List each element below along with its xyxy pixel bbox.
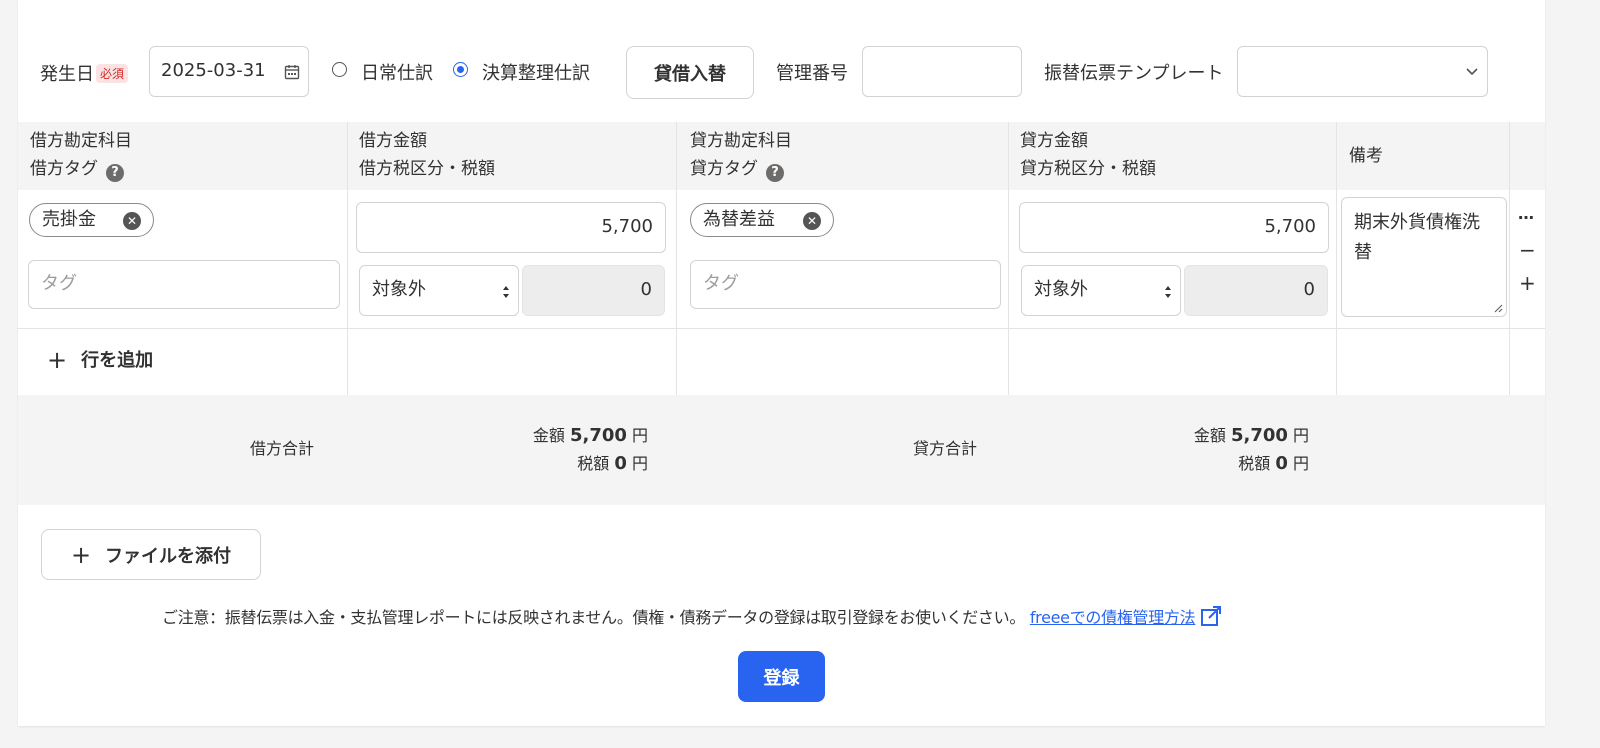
col-debit-amount: 借方金額 借方税区分・税額 [359,122,495,190]
add-row-icon[interactable]: + [1519,271,1536,295]
credit-account-chip[interactable]: 為替差益 ✕ [690,203,834,237]
chevron-down-icon [1466,68,1478,76]
col-debit-account-label: 借方勘定科目 [30,131,132,151]
date-label-text: 発生日 [40,64,94,85]
more-icon[interactable]: … [1518,204,1534,223]
debit-total-tax: 0 [614,453,627,474]
debit-total-values: 金額 5,700 円 税額 0 円 [458,422,648,478]
sort-arrows-icon [503,286,509,298]
notice-text: ご注意：振替伝票は入金・支払管理レポートには反映されません。債権・債務データの登… [162,608,1026,627]
unit-label: 円 [631,426,648,445]
row-divider [18,328,1545,329]
col-debit-tax-label: 借方税区分・税額 [359,159,495,179]
unit-label: 円 [1292,454,1309,473]
debit-account-value: 売掛金 [42,209,96,230]
date-input[interactable]: 2025-03-31 [149,46,309,97]
credit-tax-amount: 0 [1184,265,1328,316]
col-credit-account-label: 貸方勘定科目 [690,131,792,151]
notice: ご注意：振替伝票は入金・支払管理レポートには反映されません。債権・債務データの登… [162,604,1222,628]
help-icon[interactable]: ? [106,164,124,182]
radio-closing-label[interactable]: 決算整理仕訳 [482,59,590,85]
attach-file-label: ファイルを添付 [105,545,232,567]
credit-total-label: 貸方合計 [913,439,978,458]
col-credit-account: 貸方勘定科目 貸方タグ? [690,122,792,190]
debit-total-amount: 5,700 [569,425,627,446]
credit-tax-amount-value: 0 [1303,279,1315,300]
radio-normal-label[interactable]: 日常仕訳 [361,59,433,85]
plus-icon: + [47,346,68,374]
clear-icon[interactable]: ✕ [803,212,821,230]
calendar-icon[interactable] [284,64,300,80]
credit-amount-input[interactable]: 5,700 [1019,202,1329,253]
template-label: 振替伝票テンプレート [1044,63,1224,84]
register-button[interactable]: 登録 [738,651,825,702]
debit-tax-class-select[interactable]: 対象外 [359,265,519,316]
credit-tag-placeholder: タグ [703,273,739,294]
tax-label: 税額 [577,454,610,473]
debit-tag-placeholder: タグ [41,273,77,294]
totals-row: 借方合計 金額 5,700 円 税額 0 円 貸方合計 金額 5,700 円 税… [18,395,1545,505]
debit-account-chip[interactable]: 売掛金 ✕ [29,203,154,237]
unit-label: 円 [631,454,648,473]
credit-total-values: 金額 5,700 円 税額 0 円 [1118,422,1309,478]
radio-normal-entry[interactable] [332,62,347,77]
radio-closing-entry[interactable] [453,62,468,77]
amount-label: 金額 [532,426,565,445]
credit-total-tax: 0 [1275,453,1288,474]
col-credit-tag-label: 貸方タグ [690,159,758,179]
credit-management-link[interactable]: freeeでの債権管理方法 [1030,608,1196,627]
debit-amount-value: 5,700 [601,216,653,237]
external-link-icon[interactable] [1200,606,1222,628]
date-label: 発生日 必須 [40,60,129,86]
resize-handle-icon[interactable] [1493,303,1503,313]
tax-label: 税額 [1238,454,1271,473]
swap-debit-credit-button[interactable]: 貸借入替 [626,46,754,99]
debit-total-label: 借方合計 [250,439,315,458]
plus-icon: + [70,540,92,569]
unit-label: 円 [1292,426,1309,445]
add-row-button[interactable]: + 行を追加 [47,346,153,374]
debit-tax-amount-value: 0 [640,279,652,300]
journal-entry-form: 発生日 必須 2025-03-31 日常仕訳 決算整理仕訳 貸借入替 管理番号 振… [18,0,1545,726]
memo-textarea[interactable]: 期末外貨債権洗替 [1341,197,1507,317]
clear-icon[interactable]: ✕ [123,212,141,230]
col-debit-tag-label: 借方タグ [30,159,98,179]
sort-arrows-icon [1165,286,1171,298]
col-credit-tax-label: 貸方税区分・税額 [1020,159,1156,179]
mgmt-number-label: 管理番号 [776,63,848,84]
amount-label: 金額 [1193,426,1226,445]
debit-tag-input[interactable]: タグ [28,260,340,309]
template-select[interactable] [1237,46,1488,97]
debit-tax-amount: 0 [522,265,665,316]
attach-file-button[interactable]: + ファイルを添付 [41,529,261,580]
credit-tax-class-value: 対象外 [1034,279,1088,300]
memo-value: 期末外貨債権洗替 [1354,212,1480,263]
remove-row-icon[interactable]: − [1519,238,1536,262]
help-icon[interactable]: ? [766,164,784,182]
credit-amount-value: 5,700 [1264,216,1316,237]
credit-tax-class-select[interactable]: 対象外 [1021,265,1181,316]
col-debit-amount-label: 借方金額 [359,131,427,151]
credit-account-value: 為替差益 [703,209,775,230]
col-credit-amount: 貸方金額 貸方税区分・税額 [1020,122,1156,190]
debit-amount-input[interactable]: 5,700 [356,202,666,253]
required-badge: 必須 [96,64,129,83]
date-value: 2025-03-31 [161,60,266,81]
debit-tax-class-value: 対象外 [372,279,426,300]
mgmt-number-input[interactable] [862,46,1022,97]
credit-tag-input[interactable]: タグ [690,260,1001,309]
col-credit-amount-label: 貸方金額 [1020,131,1088,151]
add-row-label: 行を追加 [81,350,154,371]
credit-total-amount: 5,700 [1230,425,1288,446]
col-memo-label: 備考 [1349,146,1383,166]
col-debit-account: 借方勘定科目 借方タグ? [30,122,132,190]
